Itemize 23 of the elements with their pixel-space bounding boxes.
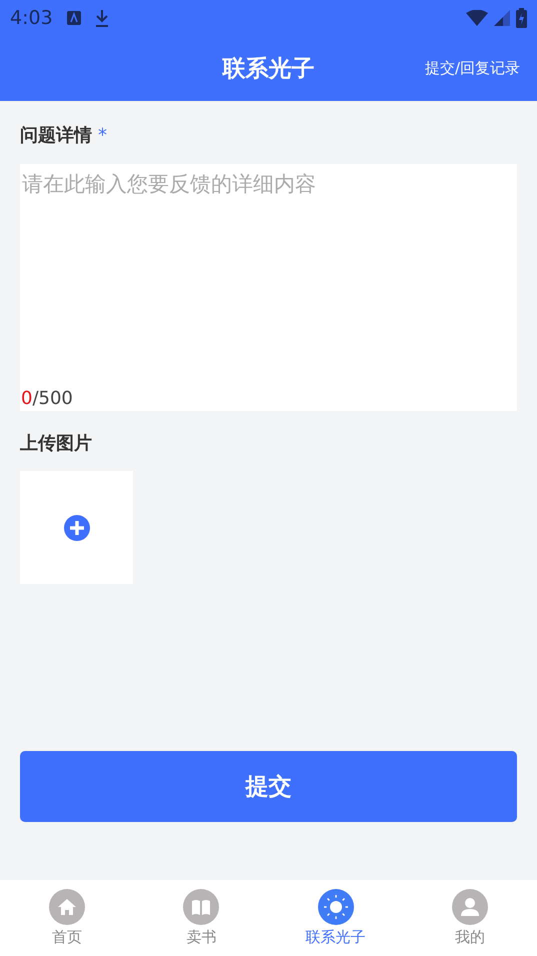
nav-tab[interactable]: 首页 (0, 880, 134, 956)
page-title: 联系光子 (222, 55, 314, 84)
nav-tab[interactable]: 卖书 (134, 880, 268, 956)
upload-box[interactable] (20, 471, 133, 584)
home-icon (49, 889, 86, 925)
nav-tab[interactable]: 我的 (402, 880, 537, 956)
detail-label: 问题详情 (20, 124, 92, 147)
status-time: 4:03 (10, 7, 53, 29)
book-icon (183, 889, 220, 925)
char-counter: 0/500 (21, 388, 73, 409)
battery-icon (516, 8, 527, 28)
wifi-icon (466, 10, 488, 26)
signal-icon (494, 10, 510, 26)
keyboard-icon (66, 11, 81, 25)
download-icon (94, 9, 109, 27)
nav-tab[interactable]: 联系光子 (268, 880, 403, 956)
person-icon (452, 889, 488, 925)
required-mark: * (98, 125, 107, 146)
upload-label: 上传图片 (20, 432, 92, 455)
submit-button[interactable]: 提交 (20, 751, 517, 822)
history-link[interactable]: 提交/回复记录 (424, 59, 520, 78)
add-icon (64, 514, 90, 540)
sun-icon (318, 889, 354, 925)
